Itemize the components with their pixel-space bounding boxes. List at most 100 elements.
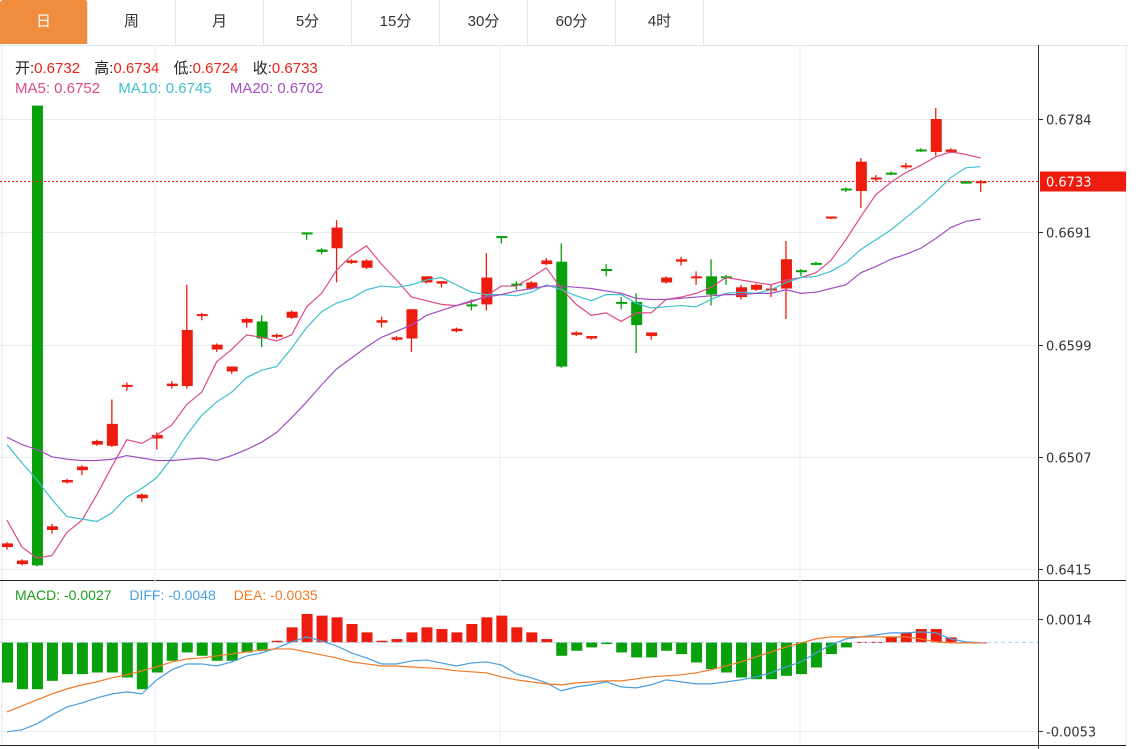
macd-bar (16, 642, 28, 690)
low-label: 低: (173, 60, 193, 77)
candle-body (16, 560, 28, 565)
candle (661, 276, 673, 284)
candle (391, 336, 403, 341)
candles (0, 105, 1038, 567)
macd-info: MACD: -0.0027 DIFF: -0.0048 DEA: -0.0035 (15, 587, 328, 603)
candle-body (166, 383, 178, 387)
candle (286, 310, 298, 319)
candle-body (900, 165, 912, 168)
macd-bar (331, 617, 343, 643)
candle-body (661, 277, 673, 283)
candle-body (706, 276, 718, 295)
macd-tick-label: 0.0014 (1046, 614, 1092, 629)
candle-body (616, 301, 628, 304)
candle (481, 253, 493, 311)
candle (331, 220, 343, 283)
close-label: 收: (252, 60, 272, 77)
candle (181, 284, 193, 389)
macd-bar (436, 629, 448, 643)
ma10-value: MA10: 0.6745 (118, 80, 212, 97)
candle (256, 315, 268, 348)
macd-bar (676, 642, 688, 655)
candle (2, 542, 13, 550)
candle-body (301, 232, 313, 235)
candle-body (361, 260, 373, 268)
candle (346, 259, 358, 265)
macd-bar (511, 627, 523, 643)
candle-body (466, 304, 478, 307)
macd-bar (166, 642, 178, 661)
candle (855, 158, 867, 209)
candle-body (855, 161, 867, 191)
candle (196, 312, 208, 321)
candle-body (436, 281, 448, 284)
open-label: 开: (15, 60, 35, 77)
current-price-label: 0.6733 (1046, 176, 1092, 191)
candle-body (451, 328, 463, 332)
candle (166, 381, 178, 389)
macd-bar (46, 642, 58, 681)
candle (106, 399, 118, 448)
candle-body (915, 149, 927, 152)
macd-bar (91, 642, 103, 673)
candle (376, 316, 388, 328)
candle-body (286, 311, 298, 318)
kline-chart[interactable]: 0.6784 0.6691 0.6599 0.6507 0.6415 0.0014 -0.0… (0, 0, 1140, 749)
macd-bar (61, 642, 73, 675)
macd-bar (915, 629, 927, 643)
candle-body (840, 188, 852, 191)
candle (436, 281, 448, 288)
candle (31, 105, 43, 567)
candle-body (541, 260, 553, 265)
candle (631, 293, 643, 354)
candle-body (870, 177, 882, 180)
macd-bar (466, 624, 478, 643)
candle-body (121, 384, 133, 387)
macd-bar (661, 642, 673, 651)
candle (586, 336, 598, 340)
candle-body (930, 119, 942, 152)
macd-bar (721, 642, 733, 673)
candle-body (586, 336, 598, 339)
candle-body (885, 172, 897, 175)
candle (121, 382, 133, 391)
candle (691, 271, 703, 285)
candle-body (825, 216, 837, 219)
candle (226, 366, 238, 374)
moving-averages (6, 151, 981, 559)
macd-bar (795, 642, 807, 675)
candle (556, 243, 568, 368)
candle (960, 181, 972, 184)
macd-bar (496, 615, 508, 643)
candle-body (31, 105, 43, 566)
candle-body (211, 344, 223, 350)
candle-body (556, 261, 568, 367)
macd-bar (316, 615, 328, 643)
candle-body (631, 301, 643, 326)
macd-bar (526, 632, 538, 643)
ma10-line (6, 165, 981, 523)
candle-body (76, 466, 88, 471)
macd-bar (571, 642, 583, 651)
macd-bar (751, 642, 762, 680)
candle (840, 187, 852, 193)
macd-bar (211, 642, 223, 661)
macd-bar (406, 632, 418, 643)
candle-body (676, 259, 688, 262)
macd-bar (616, 642, 628, 653)
macd-bar (541, 639, 553, 643)
macd-value: MACD: -0.0027 (15, 587, 112, 603)
high-label: 高: (94, 60, 114, 77)
ma5-line (6, 151, 981, 559)
candle (810, 261, 822, 266)
candle-body (256, 321, 268, 339)
candle-body (481, 277, 493, 305)
macd-bar (31, 642, 43, 690)
macd-bar (196, 642, 208, 656)
candle-body (691, 276, 703, 279)
low-value: 0.6724 (192, 60, 239, 77)
candle-body (406, 309, 418, 339)
candle-body (271, 334, 283, 337)
candle (316, 248, 328, 255)
close-value: 0.6733 (271, 60, 318, 77)
